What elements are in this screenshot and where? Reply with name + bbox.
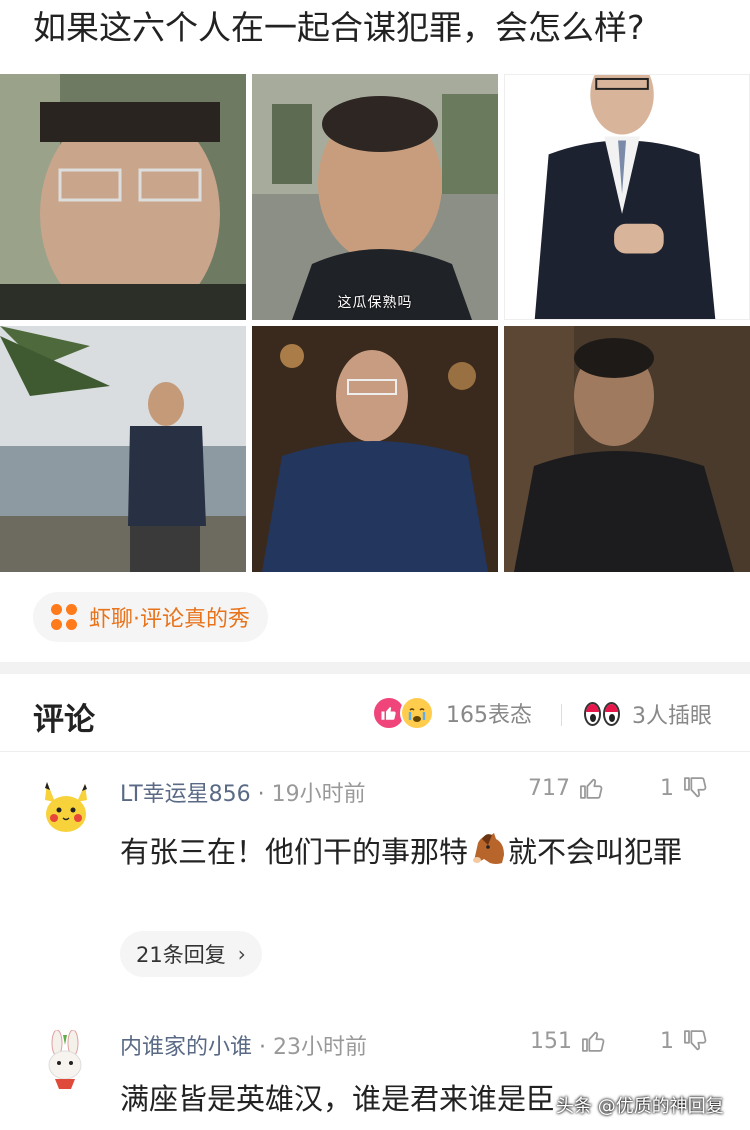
horse-face-icon	[468, 833, 508, 867]
dislike-button[interactable]: 1	[660, 1027, 710, 1055]
eye-icon	[584, 702, 601, 726]
like-button[interactable]: 151	[530, 1027, 608, 1055]
post-title: 如果这六个人在一起合谋犯罪，会怎么样?	[33, 8, 645, 47]
comment-text-part: 有张三在！他们干的事那特	[120, 835, 469, 869]
reactions-summary[interactable]: 165表态	[372, 696, 532, 730]
chevron-right-icon: ›	[237, 942, 246, 966]
pikachu-avatar[interactable]	[33, 776, 97, 840]
photo-5[interactable]	[252, 326, 498, 572]
thumbs-up-icon	[580, 778, 603, 799]
dislike-count: 1	[660, 775, 674, 801]
comment-username[interactable]: 内谁家的小谁	[120, 1035, 252, 1060]
photo-1[interactable]	[0, 74, 246, 320]
rabbit-avatar[interactable]	[33, 1029, 97, 1093]
crying-reaction-icon	[400, 696, 434, 730]
watchers-count: 3人插眼	[632, 704, 712, 729]
thumbs-down-icon	[684, 1030, 707, 1051]
reactions-count: 165表态	[446, 703, 532, 728]
comments-title: 评论	[33, 702, 95, 738]
topic-label: 虾聊·评论真的秀	[89, 607, 250, 632]
comment-meta: LT幸运星856 · 19小时前	[120, 776, 366, 808]
comment-meta: 内谁家的小谁 · 23小时前	[120, 1029, 367, 1061]
eye-icon	[603, 702, 620, 726]
photo-grid: 这瓜保熟吗	[0, 74, 750, 572]
comments-header: 评论 165表态 3人插眼	[0, 674, 750, 752]
meta-separator: ·	[257, 782, 272, 807]
dislike-button[interactable]: 1	[660, 774, 710, 802]
topic-tag[interactable]: 虾聊·评论真的秀	[33, 592, 268, 642]
photo-2[interactable]: 这瓜保熟吗	[252, 74, 498, 320]
photo-subtitle: 这瓜保熟吗	[337, 295, 413, 311]
like-count: 151	[530, 1028, 572, 1054]
comment-time: 23小时前	[273, 1035, 368, 1060]
section-divider	[0, 662, 750, 674]
watermark: 头条 @优质的神回复	[556, 1096, 724, 1117]
photo-4[interactable]	[0, 326, 246, 572]
comment-text-part: 就不会叫犯罪	[508, 835, 683, 869]
like-count: 717	[528, 775, 570, 801]
like-button[interactable]: 717	[528, 774, 606, 802]
replies-label: 21条回复	[136, 943, 226, 967]
dislike-count: 1	[660, 1028, 674, 1054]
thumbs-up-icon	[582, 1031, 605, 1052]
comment-time: 19小时前	[271, 782, 366, 807]
thumbs-down-icon	[684, 777, 707, 798]
watchers-summary[interactable]: 3人插眼	[584, 698, 712, 730]
header-separator	[561, 704, 562, 726]
topic-icon	[51, 604, 77, 630]
meta-separator: ·	[259, 1035, 274, 1060]
photo-3[interactable]	[504, 74, 750, 320]
comment-item: LT幸运星856 · 19小时前 717 1 有张三在！他们干的事那特 就不会叫犯…	[0, 752, 750, 1002]
comment-text: 有张三在！他们干的事那特 就不会叫犯罪	[120, 830, 720, 874]
replies-button[interactable]: 21条回复 ›	[120, 931, 262, 977]
photo-6[interactable]	[504, 326, 750, 572]
comment-username[interactable]: LT幸运星856	[120, 782, 251, 807]
